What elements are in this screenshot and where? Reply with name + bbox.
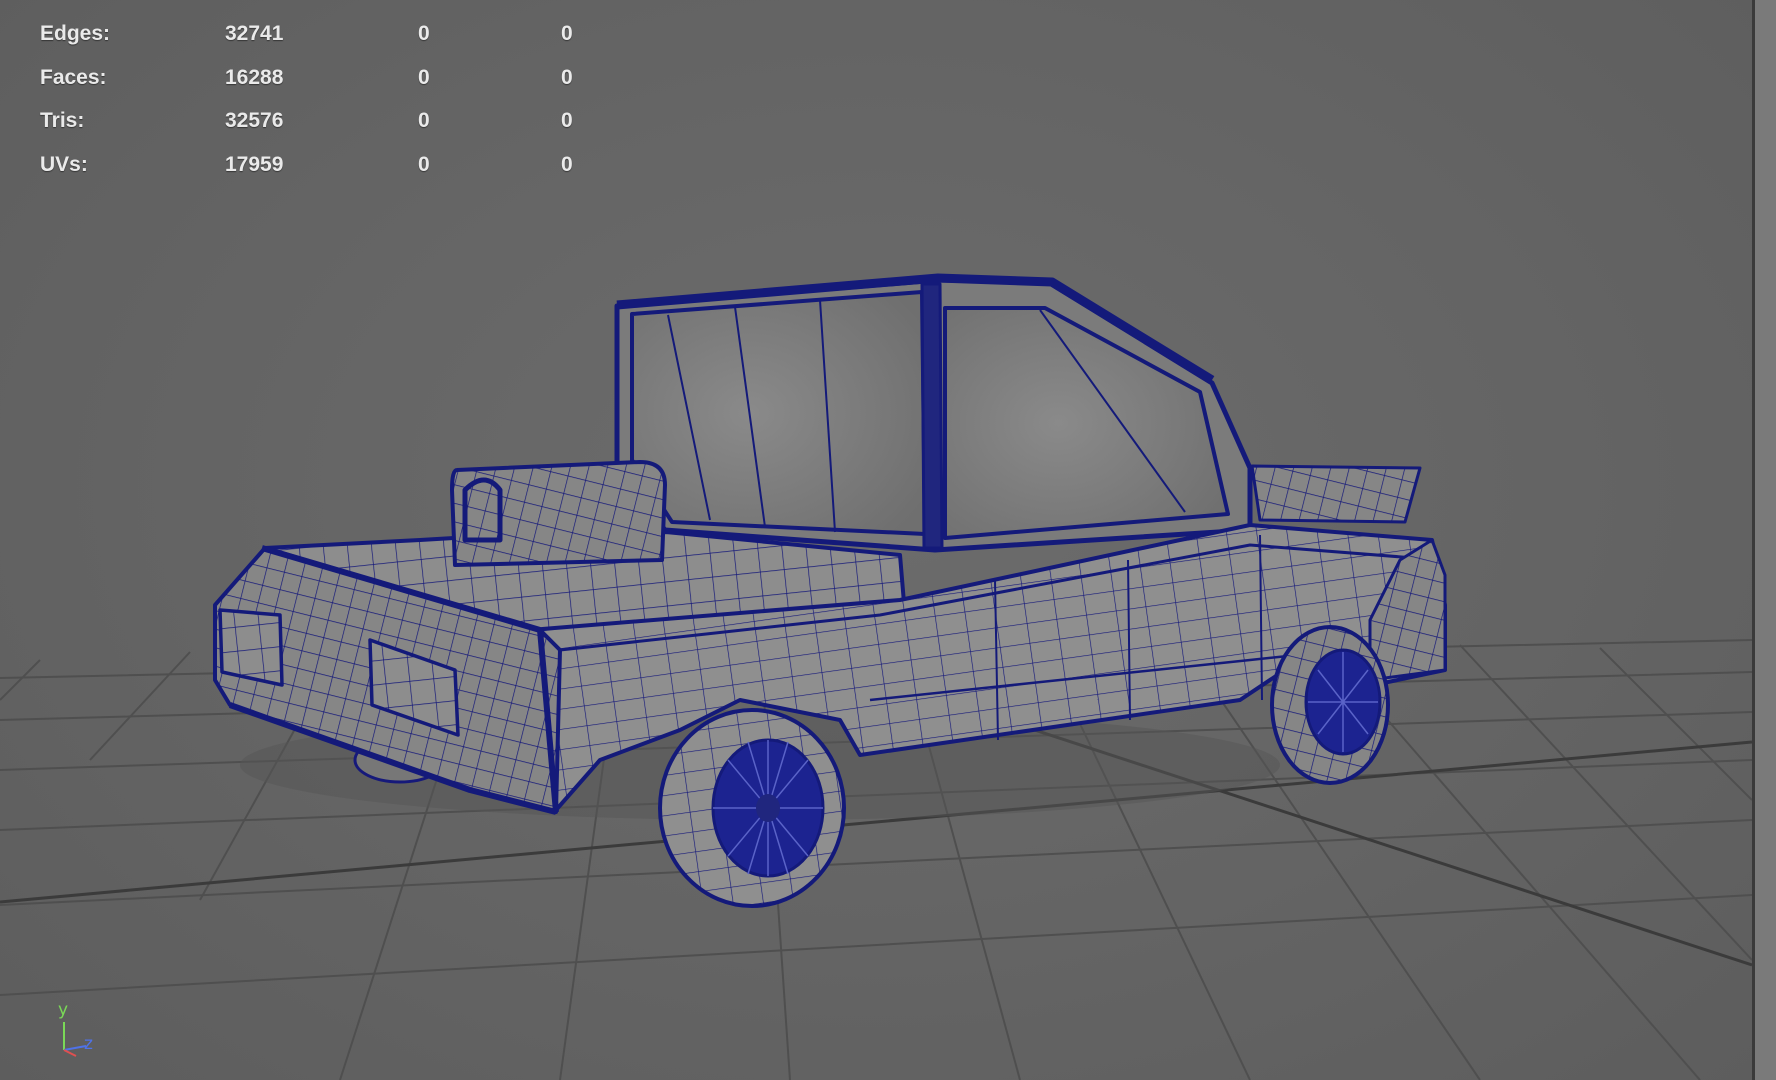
hud-selected-2: 0 <box>561 65 573 89</box>
hud-label: Tris: <box>40 109 85 132</box>
viewport-side-strip <box>1755 0 1776 1080</box>
side-window <box>943 306 1230 540</box>
hood-scoop <box>1250 464 1422 524</box>
tail-light-left <box>218 608 284 687</box>
hud-selected-2: 0 <box>561 152 573 176</box>
hud-label: UVs: <box>40 152 88 176</box>
hud-selected: 0 <box>418 152 430 176</box>
hud-total: 32741 <box>225 22 284 45</box>
hud-label: Edges: <box>40 22 111 45</box>
hud-label: Faces: <box>40 65 107 89</box>
hud-selected: 0 <box>418 22 430 45</box>
axis-gizmo-icon <box>63 1022 87 1057</box>
hud-total: 32576 <box>225 109 284 132</box>
b-pillar <box>920 282 944 550</box>
rear-window <box>630 290 927 536</box>
axis-gizmo: y z <box>48 1000 108 1064</box>
perspective-viewport[interactable]: Edges: 32741 0 0 Faces: 16288 0 0 Tris: … <box>0 0 1755 1080</box>
axis-z-label: z <box>84 1034 93 1054</box>
hud-total: 16288 <box>225 65 284 89</box>
rear-deck-box <box>450 460 667 567</box>
axis-y-label: y <box>58 1000 69 1020</box>
rear-right-wheel[interactable] <box>658 708 846 908</box>
hud-selected-2: 0 <box>561 22 573 45</box>
hud-selected: 0 <box>418 65 430 89</box>
hud-selected-2: 0 <box>561 109 573 132</box>
front-right-wheel[interactable] <box>1270 625 1390 785</box>
hud-total: 17959 <box>225 152 284 176</box>
hud-selected: 0 <box>418 109 430 132</box>
